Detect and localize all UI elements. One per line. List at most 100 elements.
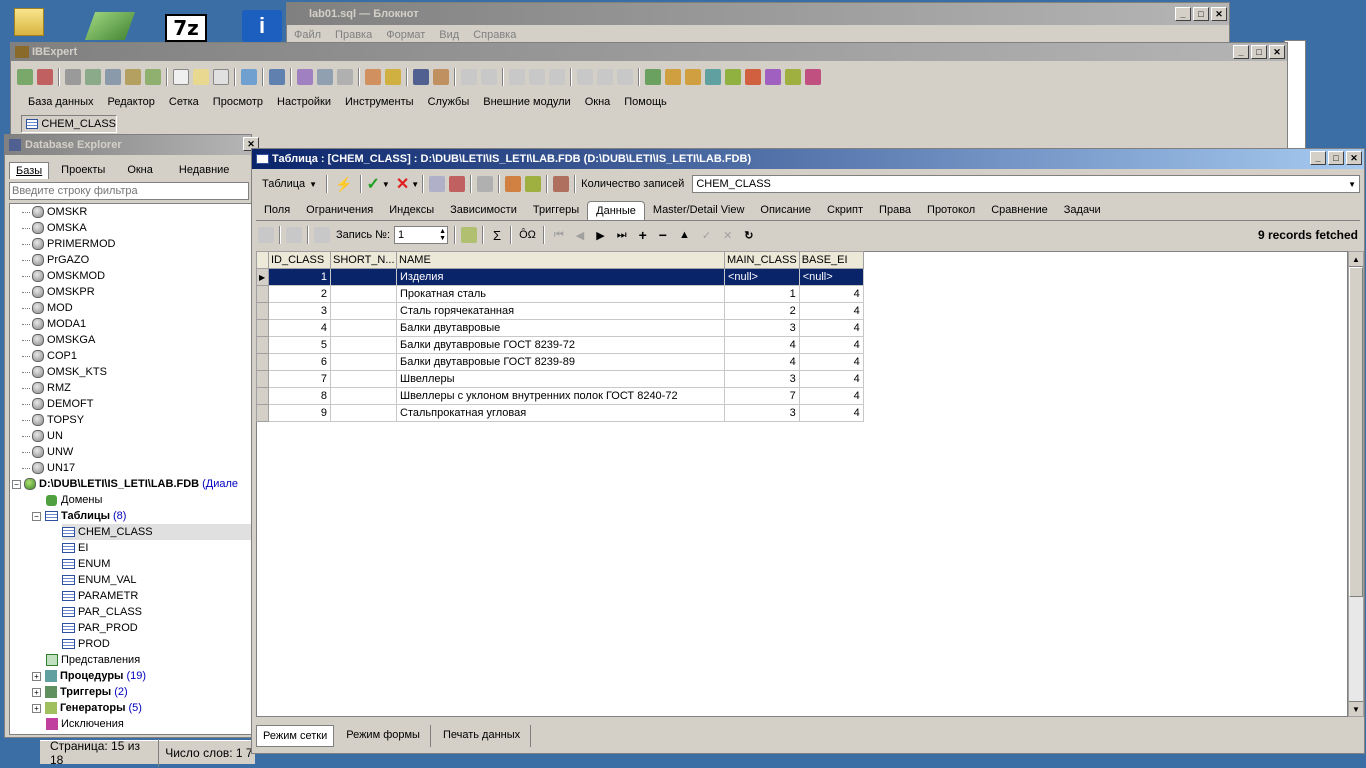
table-name-field[interactable]: CHEM_CLASS ▼ <box>692 175 1360 193</box>
table-menu-button[interactable]: Таблица ▼ <box>256 178 323 190</box>
db-node[interactable]: MODA1 <box>22 316 86 332</box>
scroll-thumb[interactable] <box>1349 267 1363 597</box>
expand-icon[interactable]: + <box>32 671 41 681</box>
grid-cell[interactable]: 3 <box>724 404 800 422</box>
tab-3[interactable]: Зависимости <box>442 201 525 220</box>
table-row[interactable]: 8 Швеллеры с уклоном внутренних полок ГОС… <box>256 387 864 405</box>
domains-node[interactable]: Домены <box>46 492 102 508</box>
search-icon[interactable]: ÔΩ <box>519 229 536 241</box>
tab-12[interactable]: Задачи <box>1056 201 1109 220</box>
db-node[interactable]: UN17 <box>22 460 75 476</box>
menu-plugins[interactable]: Внешние модули <box>476 96 577 108</box>
col-id-class[interactable]: ID_CLASS <box>268 251 331 269</box>
db-node[interactable]: OMSKA <box>22 220 87 236</box>
table-node[interactable]: PROD <box>62 636 110 652</box>
refresh-icon[interactable] <box>241 69 257 85</box>
table-props-icon[interactable] <box>429 176 446 192</box>
menu-help[interactable]: Помощь <box>617 96 674 108</box>
notepad-menu-view[interactable]: Вид <box>432 29 466 41</box>
tab-6[interactable]: Master/Detail View <box>645 201 753 220</box>
grid-cell[interactable]: Швеллеры с уклоном внутренних полок ГОСТ… <box>396 387 725 405</box>
close-button[interactable]: ✕ <box>1346 151 1362 165</box>
menu-services[interactable]: Службы <box>421 96 477 108</box>
post-record-icon[interactable]: ✓ <box>702 229 711 242</box>
tab-bases[interactable]: Базы <box>9 162 50 179</box>
db-node[interactable]: OMSKMOD <box>22 268 105 284</box>
table-row[interactable]: 9 Стальпрокатная угловая 3 4 <box>256 404 864 422</box>
db-node[interactable]: UNW <box>22 444 73 460</box>
tab-8[interactable]: Скрипт <box>819 201 871 220</box>
table-editor-window[interactable]: Таблица : [CHEM_CLASS] : D:\DUB\LETI\IS_… <box>251 148 1365 754</box>
sql-editor-icon[interactable] <box>269 69 285 85</box>
dropdown-arrow-icon[interactable]: ▼ <box>1348 180 1356 189</box>
grid-cell[interactable]: 4 <box>798 319 864 337</box>
open-doc-icon[interactable] <box>193 69 209 85</box>
new-gen-icon[interactable] <box>745 69 761 85</box>
db-node[interactable]: MOD <box>22 300 73 316</box>
db-node[interactable]: UN <box>22 428 63 444</box>
exceptions-node[interactable]: Исключения <box>46 716 124 732</box>
grid-cell[interactable]: 1 <box>268 268 331 286</box>
edit-record-icon[interactable]: ▲ <box>679 229 690 241</box>
grid-cell[interactable]: 5 <box>268 336 331 354</box>
grid-cell[interactable]: 4 <box>798 336 864 354</box>
grid-cell[interactable]: 4 <box>798 302 864 320</box>
db-node[interactable]: PRIMERMOD <box>22 236 115 252</box>
menu-view[interactable]: Просмотр <box>206 96 270 108</box>
print-icon[interactable] <box>337 69 353 85</box>
filter-input[interactable] <box>9 182 249 200</box>
db-node[interactable]: COP1 <box>22 348 77 364</box>
db-node[interactable]: PrGAZO <box>22 252 89 268</box>
table-node[interactable]: PARAMETR <box>62 588 138 604</box>
minimize-button[interactable]: _ <box>1310 151 1326 165</box>
tab-grid-mode[interactable]: Режим сетки <box>256 725 335 747</box>
col-short-name[interactable]: SHORT_N... <box>330 251 397 269</box>
scroll-up-icon[interactable]: ▲ <box>1349 252 1363 267</box>
new-db-icon[interactable] <box>645 69 661 85</box>
minimize-button[interactable]: _ <box>1175 7 1191 21</box>
grid-cell[interactable]: Стальпрокатная угловая <box>396 404 725 422</box>
record-number-input[interactable]: 1 ▲ ▼ <box>394 226 449 244</box>
db-node[interactable]: TOPSY <box>22 412 84 428</box>
menu-editor[interactable]: Редактор <box>101 96 162 108</box>
tab-9[interactable]: Права <box>871 201 919 220</box>
row-indicator[interactable] <box>256 319 269 337</box>
grid-cell[interactable]: 7 <box>724 387 800 405</box>
prior-record-icon[interactable]: ◀ <box>576 229 584 242</box>
reconnect-icon[interactable] <box>105 69 121 85</box>
grid-cell[interactable]: 2 <box>724 302 800 320</box>
open-folder-icon[interactable] <box>461 69 477 85</box>
notepad-titlebar[interactable]: lab01.sql — Блокнот _ □ ✕ <box>287 3 1229 25</box>
views-node[interactable]: Представления <box>46 652 140 668</box>
tab-form-mode[interactable]: Режим формы <box>336 725 431 747</box>
filter-icon[interactable] <box>258 227 274 243</box>
tab-windows[interactable]: Окна <box>117 162 163 179</box>
grid-cell[interactable]: 6 <box>268 353 331 371</box>
tab-projects[interactable]: Проекты <box>51 162 115 179</box>
new-proc-icon[interactable] <box>705 69 721 85</box>
row-indicator[interactable] <box>256 302 269 320</box>
lightning-icon[interactable]: ⚡ <box>335 176 352 193</box>
grid-cell[interactable] <box>330 353 397 371</box>
explorer-titlebar[interactable]: Database Explorer ✕ <box>5 135 259 155</box>
triggers-node[interactable]: + Триггеры (2) <box>32 684 128 700</box>
grid-cell[interactable]: Сталь горячекатанная <box>396 302 725 320</box>
new-view-icon[interactable] <box>685 69 701 85</box>
grid-cell[interactable]: 8 <box>268 387 331 405</box>
grid-cell[interactable]: 4 <box>798 387 864 405</box>
table-row[interactable]: 7 Швеллеры 3 4 <box>256 370 864 388</box>
db-node[interactable]: OMSKR <box>22 204 87 220</box>
next-record-icon[interactable]: ▶ <box>596 229 604 242</box>
query-icon[interactable] <box>297 69 313 85</box>
new-udf-icon[interactable] <box>785 69 801 85</box>
new-exception-icon[interactable] <box>765 69 781 85</box>
grid-cell[interactable]: Балки двутавровые ГОСТ 8239-89 <box>396 353 725 371</box>
grid-cell[interactable]: Изделия <box>396 268 725 286</box>
db-node[interactable]: RMZ <box>22 380 71 396</box>
row-indicator[interactable] <box>256 353 269 371</box>
refresh-icon[interactable]: ↻ <box>744 229 753 242</box>
desktop-app-icon[interactable] <box>84 12 136 40</box>
table-node[interactable]: PAR_PROD <box>62 620 138 636</box>
edit-icon[interactable] <box>433 69 449 85</box>
db-node[interactable]: OMSKGA <box>22 332 95 348</box>
